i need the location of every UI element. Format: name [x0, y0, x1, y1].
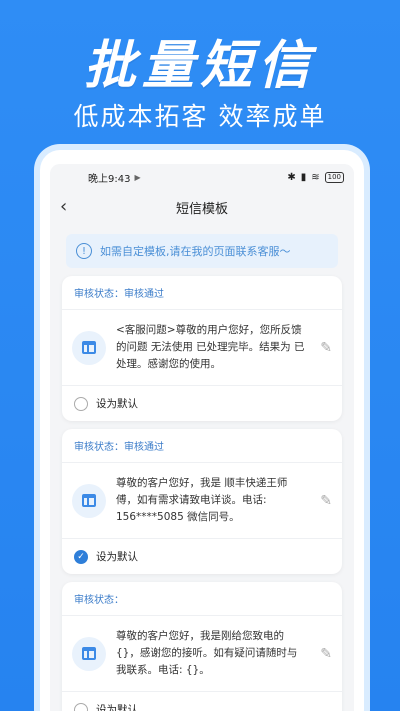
phone-frame: 晚上9:43 ▶ ✱ ▮ ≋ 100 ‹ 短信模板 ! 如需自定模板,请在我的页…	[40, 150, 364, 711]
template-icon	[72, 483, 106, 518]
template-icon	[72, 330, 106, 365]
wifi-icon: ≋	[311, 171, 320, 183]
signal-icon: ▮	[300, 171, 307, 183]
set-default-label: 设为默认	[96, 551, 138, 563]
set-default-label: 设为默认	[96, 704, 138, 711]
play-icon: ▶	[134, 172, 141, 182]
set-default-option[interactable]: 设为默认	[62, 691, 342, 711]
edit-icon[interactable]: ✎	[306, 493, 332, 509]
edit-icon[interactable]: ✎	[306, 646, 332, 662]
bluetooth-icon: ✱	[287, 171, 296, 183]
template-card: 审核状态：审核通过 <客服问题>尊敬的用户您好，您所反馈的问题 无法使用 已处理…	[62, 276, 342, 421]
page-title: 短信模板	[175, 201, 228, 217]
status-time: 晚上9:43	[88, 173, 131, 185]
radio-unchecked-icon[interactable]	[74, 396, 88, 411]
review-status: 审核状态：	[62, 582, 342, 616]
set-default-option[interactable]: ✓ 设为默认	[62, 538, 342, 574]
template-content: 尊敬的客户您好，我是 顺丰快递王师傅，如有需求请致电详谈。电话: 156****…	[116, 477, 288, 523]
nav-bar: ‹ 短信模板	[50, 190, 354, 224]
review-status: 审核状态：审核通过	[62, 276, 342, 310]
set-default-label: 设为默认	[96, 398, 138, 410]
battery-icon: 100	[324, 171, 344, 183]
notice-banner: ! 如需自定模板,请在我的页面联系客服～	[66, 234, 338, 268]
notice-text: 如需自定模板,请在我的页面联系客服～	[100, 245, 291, 258]
promo-title: 批量短信	[83, 36, 316, 96]
promo-subtitle: 低成本拓客 效率成单	[73, 102, 327, 131]
template-card: 审核状态：审核通过 尊敬的客户您好，我是 顺丰快递王师傅，如有需求请致电详谈。电…	[62, 429, 342, 574]
chevron-left-icon[interactable]: ‹	[60, 196, 67, 217]
info-icon: !	[76, 243, 92, 259]
review-status: 审核状态：审核通过	[62, 429, 342, 463]
edit-icon[interactable]: ✎	[306, 340, 332, 356]
app-screen: 晚上9:43 ▶ ✱ ▮ ≋ 100 ‹ 短信模板 ! 如需自定模板,请在我的页…	[50, 164, 354, 711]
radio-unchecked-icon[interactable]	[74, 702, 88, 711]
status-bar: 晚上9:43 ▶ ✱ ▮ ≋ 100	[50, 164, 354, 190]
template-content: 尊敬的客户您好，我是刚给您致电的{}，感谢您的接听。如有疑问请随时与我联系。电话…	[116, 630, 298, 676]
radio-checked-icon[interactable]: ✓	[74, 549, 88, 564]
template-card: 审核状态： 尊敬的客户您好，我是刚给您致电的{}，感谢您的接听。如有疑问请随时与…	[62, 582, 342, 711]
template-icon	[72, 636, 106, 671]
template-content: <客服问题>尊敬的用户您好，您所反馈的问题 无法使用 已处理完毕。结果为 已处理…	[116, 324, 305, 370]
set-default-option[interactable]: 设为默认	[62, 385, 342, 421]
